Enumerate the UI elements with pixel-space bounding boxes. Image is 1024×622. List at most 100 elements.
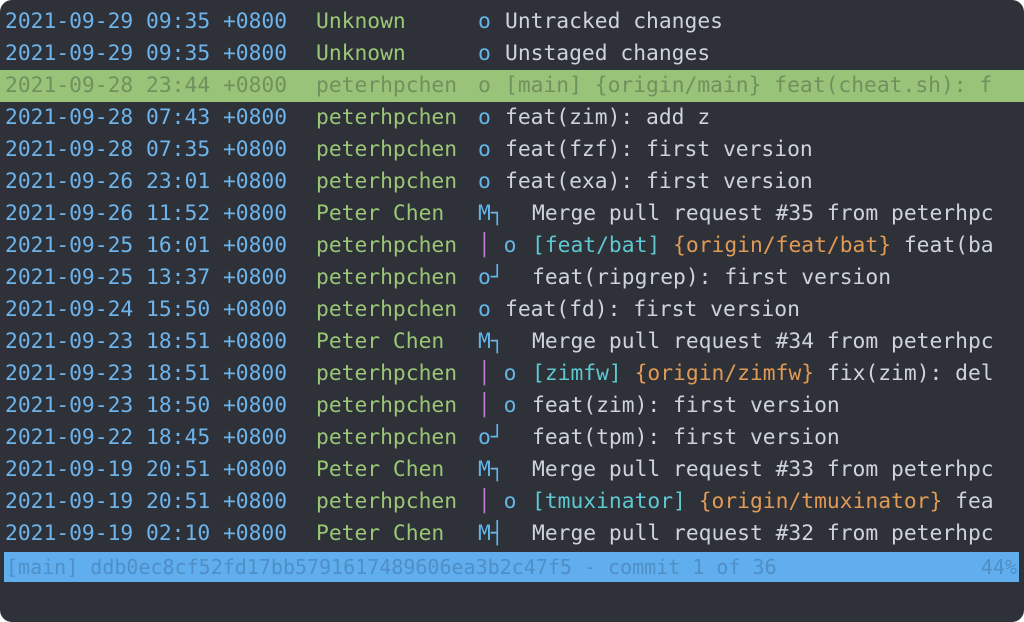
commit-graph: M┤ [478,518,533,550]
commit-author: peterhpchen [316,489,458,514]
graph-node: o [478,297,491,322]
commit-row[interactable]: 2021-09-26 11:52 +0800 Peter Chen M┐ Merge … [0,198,1024,230]
commit-graph: M┐ [478,198,533,230]
commit-author: Unknown [316,9,406,34]
commit-row[interactable]: 2021-09-23 18:51 +0800 Peter Chen M┐ Merge … [0,326,1024,358]
commit-date: 2021-09-26 11:52 +0800 [5,201,288,226]
commit-date: 2021-09-25 13:37 +0800 [5,265,288,290]
commit-date: 2021-09-29 09:35 +0800 [5,9,288,34]
commit-graph: │ o [478,230,533,262]
commit-subject: feat(fzf): first version [505,137,813,162]
branch-ref-remote: {origin/feat/bat} [673,233,892,258]
commit-subject: Merge pull request #35 from peterhpc [532,201,994,226]
commit-row[interactable]: 2021-09-22 18:45 +0800 peterhpchen o┘ feat(… [0,422,1024,454]
commit-subject: feat(ba [903,233,994,258]
commit-date: 2021-09-19 20:51 +0800 [5,489,288,514]
commit-date: 2021-09-28 07:35 +0800 [5,137,288,162]
status-commit-info: [main] ddb0ec8cf52fd17bb5791617489606ea3… [6,555,777,579]
graph-node: o [490,233,517,258]
commit-date: 2021-09-28 07:43 +0800 [5,105,288,130]
commit-message: Merge pull request #33 from peterhpc [532,454,1020,486]
commit-author: peterhpchen [316,137,458,162]
commit-subject: fix(zim): del [826,361,994,386]
commit-message: feat(zim): first version [532,390,1020,422]
graph-node: M┤ [478,521,504,546]
commit-graph: o┘ [478,262,533,294]
commit-row[interactable]: 2021-09-29 09:35 +0800 Unknown o Untracked … [0,6,1024,38]
commit-subject: feat(fd): first version [505,297,800,322]
branch-ref-remote: {origin/main} [594,73,762,98]
status-scroll-percent: 44% [980,555,1017,579]
commit-message: Merge pull request #34 from peterhpc [532,326,1020,358]
graph-node: o [478,41,491,66]
branch-ref-local: [feat/bat] [532,233,661,258]
commit-subject: feat(exa): first version [505,169,813,194]
commit-message: Unstaged changes [505,38,1020,70]
commit-message: [main] {origin/main} feat(cheat.sh): f [505,70,1020,102]
commit-subject: feat(zim): first version [532,393,840,418]
graph-node: o [478,105,491,130]
commit-row[interactable]: 2021-09-19 20:51 +0800 Peter Chen M┐ Merge … [0,454,1024,486]
commit-subject: fea [955,489,994,514]
commit-message: feat(zim): add z [505,102,1020,134]
commit-message: feat(ripgrep): first version [532,262,1020,294]
commit-message: Merge pull request #35 from peterhpc [532,198,1020,230]
commit-row[interactable]: 2021-09-25 16:01 +0800 peterhpchen │ o [fea… [0,230,1024,262]
branch-ref-local: [main] [505,73,582,98]
commit-date: 2021-09-25 16:01 +0800 [5,233,288,258]
terminal-window: 2021-09-29 09:35 +0800 Unknown o Untracked … [0,0,1024,622]
graph-node: o┘ [478,265,504,290]
commit-date: 2021-09-22 18:45 +0800 [5,425,288,450]
commit-row[interactable]: 2021-09-24 15:50 +0800 peterhpchen o feat(f… [0,294,1024,326]
commit-date: 2021-09-23 18:51 +0800 [5,329,288,354]
commit-message: feat(fd): first version [505,294,1020,326]
commit-row[interactable]: 2021-09-19 02:10 +0800 Peter Chen M┤ Merge … [0,518,1024,550]
graph-branch-line: │ [478,233,491,258]
graph-node: o [490,393,517,418]
commit-author: peterhpchen [316,393,458,418]
commit-row[interactable]: 2021-09-26 23:01 +0800 peterhpchen o feat(e… [0,166,1024,198]
commit-author: peterhpchen [316,73,458,98]
graph-node: o [478,169,491,194]
graph-branch-line: │ [478,361,491,386]
commit-message: feat(exa): first version [505,166,1020,198]
commit-message: Untracked changes [505,6,1020,38]
commit-subject: Unstaged changes [505,41,711,66]
commit-message: [zimfw] {origin/zimfw} fix(zim): del [532,358,1020,390]
graph-node: o [490,489,517,514]
commit-graph: │ o [478,358,533,390]
graph-node: M┐ [478,457,504,482]
branch-ref-remote: {origin/zimfw} [634,361,815,386]
commit-row[interactable]: 2021-09-19 20:51 +0800 peterhpchen │ o [tmu… [0,486,1024,518]
commit-date: 2021-09-23 18:50 +0800 [5,393,288,418]
commit-author: Unknown [316,41,406,66]
commit-row[interactable]: 2021-09-28 07:35 +0800 peterhpchen o feat(f… [0,134,1024,166]
commit-subject: Untracked changes [505,9,723,34]
commit-date: 2021-09-19 20:51 +0800 [5,457,288,482]
commit-author: Peter Chen [316,457,445,482]
commit-subject: feat(tpm): first version [532,425,840,450]
commit-date: 2021-09-28 23:44 +0800 [5,73,288,98]
commit-subject: Merge pull request #33 from peterhpc [532,457,994,482]
commit-date: 2021-09-29 09:35 +0800 [5,41,288,66]
commit-message: [feat/bat] {origin/feat/bat} feat(ba [532,230,1020,262]
commit-message: feat(fzf): first version [505,134,1020,166]
graph-node: o [478,137,491,162]
commit-row[interactable]: 2021-09-23 18:51 +0800 peterhpchen │ o [zim… [0,358,1024,390]
status-bar: [main] ddb0ec8cf52fd17bb5791617489606ea3… [4,552,1019,582]
graph-node: o [478,9,491,34]
commit-log[interactable]: 2021-09-29 09:35 +0800 Unknown o Untracked … [0,6,1024,550]
commit-date: 2021-09-23 18:51 +0800 [5,361,288,386]
commit-row[interactable]: 2021-09-29 09:35 +0800 Unknown o Unstaged c… [0,38,1024,70]
commit-row[interactable]: 2021-09-23 18:50 +0800 peterhpchen │ o feat… [0,390,1024,422]
commit-row[interactable]: 2021-09-25 13:37 +0800 peterhpchen o┘ feat(… [0,262,1024,294]
commit-row-selected[interactable]: 2021-09-28 23:44 +0800 peterhpchen o [main]… [0,70,1024,102]
commit-author: peterhpchen [316,233,458,258]
graph-node: o [478,73,491,98]
commit-graph: │ o [478,486,533,518]
commit-author: Peter Chen [316,521,445,546]
commit-row[interactable]: 2021-09-28 07:43 +0800 peterhpchen o feat(z… [0,102,1024,134]
branch-ref-local: [tmuxinator] [532,489,686,514]
commit-graph: M┐ [478,454,533,486]
commit-message: feat(tpm): first version [532,422,1020,454]
